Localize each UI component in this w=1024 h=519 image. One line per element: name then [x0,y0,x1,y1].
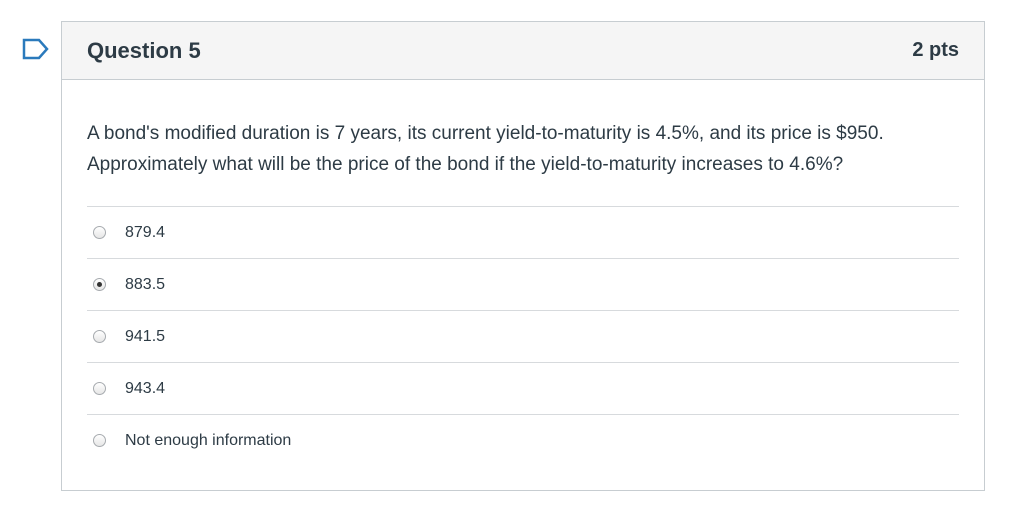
radio-button[interactable] [93,434,106,447]
question-body: A bond's modified duration is 7 years, i… [62,80,984,466]
question-text: A bond's modified duration is 7 years, i… [87,118,959,180]
radio-button[interactable] [93,330,106,343]
question-card: Question 5 2 pts A bond's modified durat… [61,21,985,491]
answer-list: 879.4 883.5 941.5 943.4 Not enough infor… [87,206,959,466]
question-text-line-2: Approximately what will be the price of … [87,154,844,175]
radio-button-selected[interactable] [93,278,106,291]
answer-option-4[interactable]: 943.4 [87,363,959,415]
answer-label[interactable]: Not enough information [125,432,291,450]
question-header: Question 5 2 pts [62,22,984,80]
question-text-line-1: A bond's modified duration is 7 years, i… [87,123,884,144]
question-points: 2 pts [912,39,959,61]
answer-option-1[interactable]: 879.4 [87,207,959,259]
flag-question-icon[interactable] [22,38,50,60]
answer-option-5[interactable]: Not enough information [87,415,959,466]
question-title: Question 5 [87,37,201,63]
answer-option-3[interactable]: 941.5 [87,311,959,363]
answer-option-2[interactable]: 883.5 [87,259,959,311]
radio-button[interactable] [93,226,106,239]
radio-button[interactable] [93,382,106,395]
answer-label[interactable]: 941.5 [125,328,165,346]
answer-label[interactable]: 879.4 [125,224,165,242]
answer-label[interactable]: 883.5 [125,276,165,294]
answer-label[interactable]: 943.4 [125,380,165,398]
